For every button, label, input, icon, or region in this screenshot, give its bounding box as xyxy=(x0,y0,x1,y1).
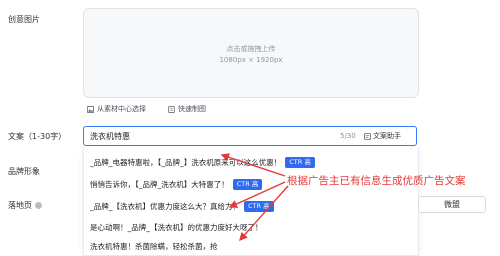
landing-page-label-row: 落地页 xyxy=(8,200,42,211)
ctr-badge: CTR 高 xyxy=(285,157,315,168)
ad-text-value[interactable]: 洗衣机特惠 xyxy=(90,131,130,142)
weimeng-button[interactable]: 微盟 xyxy=(418,196,486,213)
upload-prompt: 点击或拖拽上传 xyxy=(226,45,276,53)
copywriting-assistant-button[interactable]: 文案助手 xyxy=(364,131,401,141)
image-icon xyxy=(87,105,94,113)
suggestion-item[interactable]: _品牌_电器特惠啦，【_品牌_】洗衣机原来可以这么优惠！ CTR 高 xyxy=(90,157,315,168)
brand-image-label: 品牌形象 xyxy=(8,167,40,176)
from-material-link[interactable]: 从素材中心选择 xyxy=(87,104,146,114)
upload-size-hint: 1080px × 1920px xyxy=(219,56,283,64)
landing-page-label: 落地页 xyxy=(8,201,32,210)
char-count: 5/30 xyxy=(340,132,356,140)
ctr-badge: CTR 高 xyxy=(232,179,263,190)
suggestion-item[interactable]: 是心动啊！_品牌_【洗衣机】的优惠力度好大呀了！ xyxy=(90,222,263,233)
quick-create-link[interactable]: 快速制图 xyxy=(168,104,206,114)
annotation-text: 根据广告主已有信息生成优质广告文案 xyxy=(287,175,466,187)
image-upload-area[interactable]: 点击或拖拽上传 1080px × 1920px xyxy=(83,8,419,98)
ctr-badge: CTR 高 xyxy=(244,201,274,212)
suggestion-item[interactable]: 洗衣机特惠！杀菌除螨，轻松杀菌，抢 xyxy=(90,241,218,252)
ad-text-input[interactable]: 洗衣机特惠 5/30 文案助手 xyxy=(83,126,417,146)
creative-image-label: 创意图片 xyxy=(8,15,40,24)
suggestion-item[interactable]: _品牌_【洗衣机】优惠力度这么大？真给力！ CTR 高 xyxy=(90,201,274,212)
help-icon[interactable] xyxy=(35,202,42,209)
suggestion-item[interactable]: 悄悄告诉你，【_品牌_洗衣机】大特惠了！ CTR 高 xyxy=(90,179,263,190)
text-field-label: 文案（1-30字） xyxy=(8,132,67,141)
suggestion-dropdown: _品牌_电器特惠啦，【_品牌_】洗衣机原来可以这么优惠！ CTR 高 悄悄告诉你… xyxy=(83,147,419,256)
document-icon xyxy=(168,105,175,113)
assistant-icon xyxy=(364,132,371,140)
